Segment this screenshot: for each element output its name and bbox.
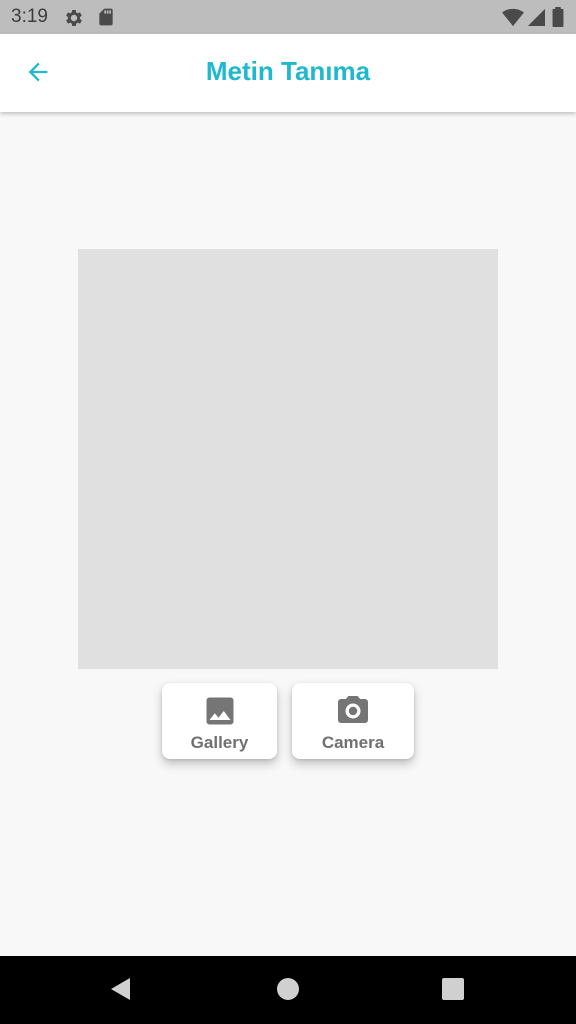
nav-recents-button[interactable] [436,974,470,1008]
home-circle-icon [276,977,300,1006]
battery-icon [552,7,572,27]
gallery-button-label: Gallery [190,733,249,752]
settings-icon [63,7,83,27]
camera-icon [335,693,371,729]
page-title: Metin Tanıma [205,56,371,86]
status-bar: 3:19 [0,0,576,34]
image-icon [202,693,238,729]
signal-icon [527,7,547,27]
screen: 3:19 Metin Tanıma Gallery Camera [0,0,576,1024]
nav-back-button[interactable] [103,974,137,1008]
wifi-icon [502,7,524,27]
recents-square-icon [442,977,464,1005]
camera-button[interactable]: Camera [292,683,414,759]
nav-home-button[interactable] [271,974,305,1008]
image-preview-placeholder [78,249,498,669]
back-triangle-icon [108,976,132,1007]
app-bar: Metin Tanıma [0,34,576,112]
status-time: 3:19 [11,6,48,27]
system-nav-bar [0,956,576,1024]
sd-card-icon [96,7,116,27]
gallery-button[interactable]: Gallery [162,683,277,759]
camera-button-label: Camera [321,733,385,752]
